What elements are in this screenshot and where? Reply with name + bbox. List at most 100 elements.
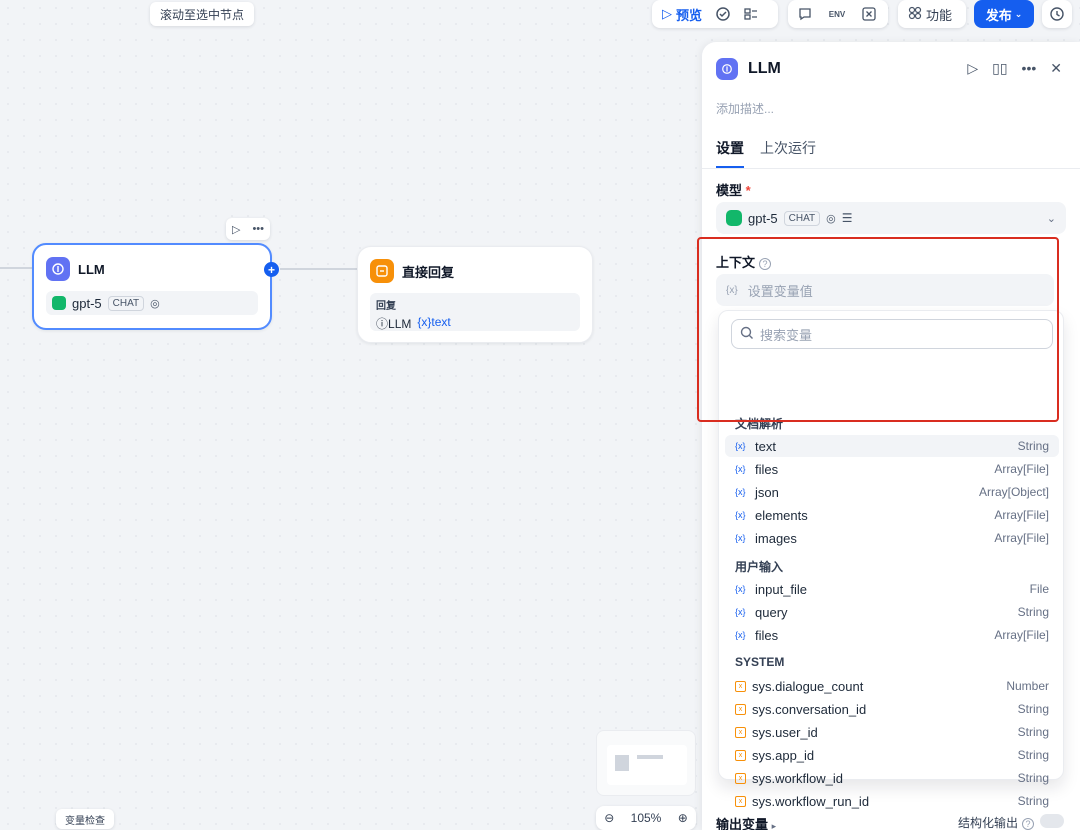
variable-name: elements: [755, 507, 808, 523]
chevron-right-icon: ▸: [771, 821, 777, 830]
system-variable-icon: x: [735, 680, 746, 692]
close-icon[interactable]: ✕: [1050, 60, 1062, 77]
context-placeholder: 设置变量值: [747, 283, 813, 299]
vision-icon: ◎: [150, 297, 160, 310]
variable-name: files: [755, 461, 779, 477]
sliders-icon[interactable]: ☰: [842, 211, 853, 225]
features-label: 功能: [926, 7, 953, 23]
variable-name: json: [755, 484, 779, 500]
variable-option[interactable]: {x} query String: [725, 601, 1059, 623]
node-config-panel: LLM ▷ ▯▯ ••• ✕ 添加描述... 设置 上次运行 模型 * gpt-…: [702, 42, 1080, 830]
variable-type: Array[File]: [994, 462, 1049, 476]
minimap-node: [615, 755, 629, 771]
tabs-divider: [702, 168, 1080, 169]
variable-name: sys.app_id: [752, 747, 815, 763]
history-icon: [1050, 7, 1064, 21]
more-icon[interactable]: •••: [252, 223, 264, 235]
llm-icon: [716, 58, 738, 80]
variable-type: Array[File]: [994, 531, 1049, 545]
variable-option[interactable]: {x} input_file File: [725, 578, 1059, 600]
variable-name: images: [755, 530, 797, 546]
variable-x-icon[interactable]: [858, 3, 880, 25]
structured-output-toggle[interactable]: [1040, 814, 1064, 828]
env-icon[interactable]: ENV: [826, 3, 848, 25]
more-icon[interactable]: •••: [1022, 60, 1037, 77]
tab-last-run[interactable]: 上次运行: [760, 138, 816, 168]
run-icon[interactable]: ▷: [967, 60, 978, 77]
zoom-level[interactable]: 105%: [631, 811, 662, 825]
publish-label: 发布: [985, 7, 1012, 23]
llm-node-title: LLM: [78, 261, 105, 277]
chevron-down-icon: ⌄: [1046, 212, 1056, 225]
required-marker: *: [745, 183, 751, 198]
variable-group-title: 用户输入: [735, 560, 784, 574]
variable-type: String: [1017, 439, 1049, 453]
variable-inspect-button[interactable]: 变量检查: [56, 809, 114, 829]
model-label: 模型 *: [716, 180, 751, 199]
reply-source-name: LLM: [388, 317, 412, 331]
structured-output-label: 结构化输出?: [958, 814, 1035, 830]
scroll-to-node-button[interactable]: 滚动至选中节点: [150, 2, 254, 26]
zoom-in-icon[interactable]: ⊕: [678, 811, 688, 825]
variable-name: files: [755, 627, 779, 643]
publish-button[interactable]: 发布 ⌄: [974, 0, 1034, 28]
features-button[interactable]: 功能: [904, 2, 956, 26]
docs-icon[interactable]: ▯▯: [992, 60, 1007, 77]
help-icon[interactable]: ?: [759, 258, 772, 270]
llm-node[interactable]: LLM gpt-5 CHAT ◎: [32, 243, 272, 330]
variable-icon: {x}: [735, 487, 746, 497]
variable-icon: {x}: [735, 533, 746, 543]
variable-type: Number: [1006, 679, 1049, 693]
search-placeholder: 搜索变量: [760, 327, 813, 343]
chevron-down-icon: ⌄: [1014, 8, 1023, 19]
variable-option[interactable]: {x} elements Array[File]: [725, 504, 1059, 526]
history-button[interactable]: [1042, 0, 1072, 28]
edge-start-llm: [0, 267, 32, 269]
variable-name: sys.user_id: [752, 724, 818, 740]
model-label-text: 模型: [716, 183, 743, 198]
panel-title[interactable]: LLM: [748, 60, 781, 78]
reply-icon: [370, 259, 394, 283]
model-selector[interactable]: gpt-5 CHAT ◎ ☰ ⌄: [716, 202, 1066, 234]
variable-option[interactable]: x sys.user_id String: [725, 721, 1059, 743]
preview-button[interactable]: ▷ 预览: [658, 2, 706, 26]
reply-field-label: 回复: [376, 301, 396, 312]
structured-output-text: 结构化输出: [958, 816, 1019, 830]
reply-variable: {x}text: [417, 315, 451, 329]
tab-settings[interactable]: 设置: [716, 138, 744, 168]
system-variable-icon: x: [735, 726, 746, 738]
search-variable-input[interactable]: 搜索变量: [731, 319, 1053, 349]
variable-option[interactable]: x sys.workflow_run_id String: [725, 790, 1059, 812]
variable-option[interactable]: x sys.workflow_id String: [725, 767, 1059, 789]
variable-type: Array[Object]: [978, 485, 1049, 499]
variable-option[interactable]: {x} files Array[File]: [725, 458, 1059, 480]
conversation-var-icon[interactable]: [794, 3, 816, 25]
variable-option[interactable]: {x} images Array[File]: [725, 527, 1059, 549]
variable-option[interactable]: {x} files Array[File]: [725, 624, 1059, 646]
system-variable-icon: x: [735, 795, 746, 807]
direct-reply-node[interactable]: 直接回复 回复 ⓘLLM {x}text: [357, 246, 593, 343]
context-variable-input[interactable]: {x} 设置变量值: [716, 274, 1054, 306]
llm-node-model-name: gpt-5: [72, 295, 102, 311]
toolbar-left-group: ▷ 预览: [652, 0, 778, 28]
run-node-icon[interactable]: ▷: [232, 223, 240, 236]
variable-name: sys.workflow_id: [752, 770, 844, 786]
features-group: 功能: [898, 0, 966, 28]
env-variables-icon[interactable]: [740, 3, 762, 25]
output-variables-label[interactable]: 输出变量 ▸: [716, 814, 776, 830]
minimap[interactable]: [596, 730, 696, 796]
variable-option[interactable]: {x} text String: [725, 435, 1059, 457]
variable-icon: {x}: [735, 464, 746, 474]
add-node-handle[interactable]: +: [264, 262, 279, 277]
checklist-icon[interactable]: [712, 3, 734, 25]
grid-icon: [908, 6, 922, 23]
variable-option[interactable]: x sys.conversation_id String: [725, 698, 1059, 720]
play-icon: ▷: [662, 6, 672, 21]
help-icon[interactable]: ?: [1022, 818, 1035, 830]
variable-type: String: [1017, 748, 1049, 762]
description-input[interactable]: 添加描述...: [716, 100, 774, 117]
zoom-out-icon[interactable]: ⊖: [604, 811, 614, 825]
variable-option[interactable]: x sys.dialogue_count Number: [725, 675, 1059, 697]
variable-option[interactable]: {x} json Array[Object]: [725, 481, 1059, 503]
variable-option[interactable]: x sys.app_id String: [725, 744, 1059, 766]
